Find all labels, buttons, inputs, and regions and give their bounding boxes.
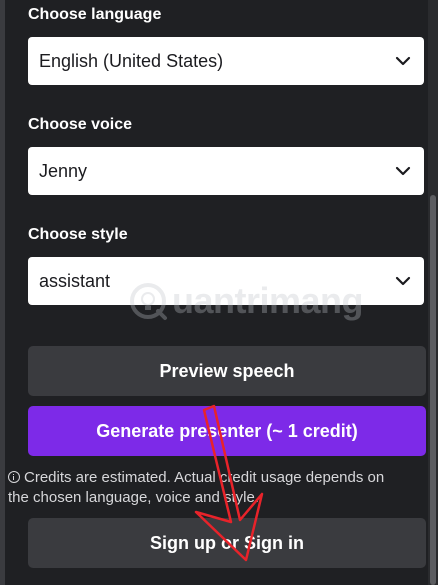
voice-select[interactable]: Jenny	[28, 147, 424, 195]
chevron-down-icon	[394, 162, 412, 180]
chevron-down-icon	[394, 272, 412, 290]
left-panel-edge	[0, 0, 5, 585]
chevron-down-icon	[394, 52, 412, 70]
generate-presenter-button[interactable]: Generate presenter (~ 1 credit)	[28, 406, 426, 456]
voice-label: Choose voice	[28, 116, 133, 133]
language-select[interactable]: English (United States)	[28, 37, 424, 85]
voice-value: Jenny	[39, 160, 88, 181]
scrollbar-thumb[interactable]	[430, 195, 436, 585]
credits-note: Credits are estimated. Actual credit usa…	[8, 468, 393, 508]
language-value: English (United States)	[39, 50, 224, 71]
style-label: Choose style	[28, 226, 128, 243]
language-label: Choose language	[28, 6, 162, 23]
sign-in-button[interactable]: Sign up or Sign in	[28, 518, 426, 568]
scrollbar[interactable]	[428, 0, 438, 585]
style-value: assistant	[39, 270, 111, 291]
style-select[interactable]: assistant	[28, 257, 424, 305]
preview-speech-button[interactable]: Preview speech	[28, 346, 426, 396]
credits-note-text: Credits are estimated. Actual credit usa…	[8, 469, 385, 506]
info-icon	[8, 471, 20, 483]
